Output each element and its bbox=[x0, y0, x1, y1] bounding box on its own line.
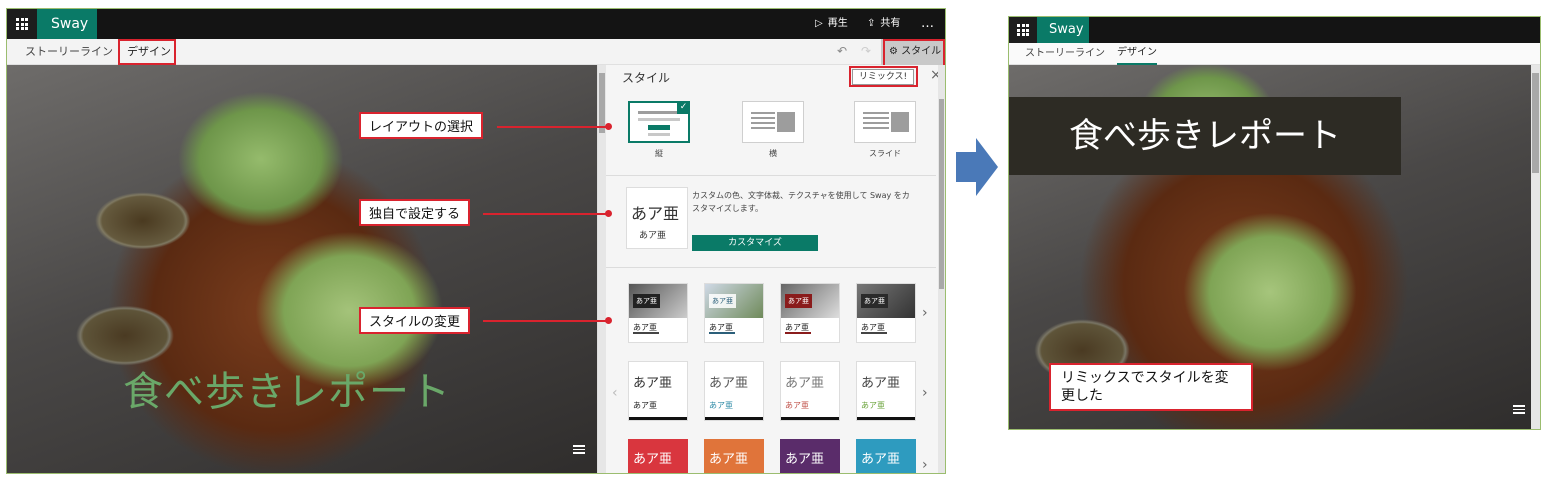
style-card-big: あア亜 bbox=[861, 452, 901, 467]
share-label: 共有 bbox=[880, 18, 901, 29]
style-card[interactable]: あア亜 bbox=[704, 439, 764, 473]
style-card[interactable]: あア亜 bbox=[780, 439, 840, 473]
share-button[interactable]: ⇪ 共有 bbox=[867, 9, 900, 39]
tab-design[interactable]: デザイン bbox=[1117, 43, 1157, 65]
custom-preview[interactable]: あア亜 あア亜 bbox=[626, 187, 688, 249]
play-label: 再生 bbox=[827, 18, 848, 29]
navigation-icon[interactable] bbox=[573, 445, 585, 455]
arrow-right-icon bbox=[956, 138, 998, 196]
app-launcher-icon[interactable] bbox=[1009, 17, 1037, 43]
canvas-scrollbar[interactable] bbox=[1531, 65, 1540, 429]
highlight-design-tab bbox=[118, 39, 176, 65]
style-card-big: あア亜 bbox=[861, 376, 901, 391]
chevron-right-icon[interactable]: › bbox=[922, 305, 928, 321]
style-card-tag: あア亜 bbox=[785, 294, 812, 308]
story-title[interactable]: 食べ歩きレポート bbox=[1009, 97, 1401, 175]
callout-layout: レイアウトの選択 bbox=[359, 112, 484, 139]
chevron-left-icon[interactable]: ‹ bbox=[612, 385, 618, 401]
share-icon: ⇪ bbox=[867, 18, 876, 29]
style-card-small: あア亜 bbox=[633, 401, 657, 410]
callout-line bbox=[497, 126, 609, 128]
custom-preview-big: あア亜 bbox=[631, 204, 680, 223]
chevron-right-icon[interactable]: › bbox=[922, 457, 928, 473]
navigation-icon[interactable] bbox=[1513, 405, 1525, 415]
app-name[interactable]: Sway bbox=[1037, 17, 1089, 43]
custom-preview-small: あア亜 bbox=[639, 231, 667, 241]
style-card-small: あア亜 bbox=[785, 401, 809, 410]
undo-icon[interactable]: ↶ bbox=[837, 44, 847, 58]
callout-style: スタイルの変更 bbox=[359, 307, 471, 334]
style-card-tag: あア亜 bbox=[861, 294, 888, 308]
layout-vertical[interactable]: ✓ bbox=[628, 101, 690, 143]
callout-dot bbox=[605, 210, 612, 217]
style-card-small: あア亜 bbox=[861, 401, 885, 410]
layout-horizontal[interactable] bbox=[742, 101, 804, 143]
layout-horizontal-label: 横 bbox=[769, 149, 777, 158]
more-button[interactable]: … bbox=[921, 9, 934, 39]
app-launcher-icon[interactable] bbox=[7, 9, 37, 39]
remix-note: リミックスでスタイルを変更した bbox=[1049, 363, 1253, 411]
style-card[interactable]: あア亜 あア亜 bbox=[780, 361, 840, 421]
callout-line bbox=[483, 320, 609, 322]
chevron-right-icon[interactable]: › bbox=[922, 385, 928, 401]
style-card[interactable]: あア亜 あア亜 bbox=[628, 283, 688, 343]
style-card[interactable]: あア亜 あア亜 bbox=[704, 283, 764, 343]
play-button[interactable]: ▷ 再生 bbox=[815, 9, 848, 39]
customize-button[interactable]: カスタマイズ bbox=[692, 235, 818, 251]
layout-slide[interactable] bbox=[854, 101, 916, 143]
tab-bar: ストーリーライン デザイン bbox=[1009, 43, 1540, 65]
top-bar: Sway ▷ 再生 ⇪ 共有 … bbox=[7, 9, 945, 39]
tab-storyline[interactable]: ストーリーライン bbox=[25, 39, 113, 65]
customize-description: カスタムの色、文字体裁、テクスチャを使用して Sway をカスタマイズします。 bbox=[692, 191, 910, 213]
story-canvas[interactable]: 食べ歩きレポート リミックスでスタイルを変更した bbox=[1009, 65, 1531, 429]
callout-line bbox=[483, 213, 609, 215]
divider bbox=[606, 175, 936, 176]
redo-icon[interactable]: ↷ bbox=[861, 44, 871, 58]
style-card-tag: あア亜 bbox=[633, 294, 660, 308]
divider bbox=[606, 267, 936, 268]
style-card[interactable]: あア亜 bbox=[628, 439, 688, 473]
style-card-big: あア亜 bbox=[785, 376, 825, 391]
editor-window: Sway ▷ 再生 ⇪ 共有 … ストーリーライン デザイン ↶ ↷ ⚙ スタイル … bbox=[6, 8, 946, 474]
style-card[interactable]: あア亜 あア亜 bbox=[704, 361, 764, 421]
layout-vertical-label: 縦 bbox=[655, 149, 663, 158]
style-card-big: あア亜 bbox=[785, 452, 825, 467]
app-name[interactable]: Sway bbox=[37, 9, 97, 39]
style-card-tag: あア亜 bbox=[709, 294, 736, 308]
check-icon: ✓ bbox=[677, 101, 690, 114]
result-window: Sway ストーリーライン デザイン 食べ歩きレポート リミックスでスタイルを変… bbox=[1008, 16, 1541, 430]
tab-storyline[interactable]: ストーリーライン bbox=[1025, 43, 1105, 65]
highlight-style-button bbox=[883, 39, 945, 67]
style-card-big: あア亜 bbox=[633, 452, 673, 467]
style-panel: スタイル リミックス! × ✓ 縦 横 スライド あア亜 あア亜 カスタムの色、… bbox=[597, 65, 945, 473]
style-card-big: あア亜 bbox=[709, 376, 749, 391]
style-card-small: あア亜 bbox=[709, 401, 733, 410]
style-card[interactable]: あア亜 あア亜 bbox=[780, 283, 840, 343]
style-card[interactable]: あア亜 あア亜 bbox=[856, 283, 916, 343]
layout-slide-label: スライド bbox=[869, 149, 901, 158]
style-card[interactable]: あア亜 あア亜 bbox=[856, 361, 916, 421]
play-icon: ▷ bbox=[815, 18, 823, 29]
highlight-remix-button bbox=[849, 66, 918, 87]
story-title[interactable]: 食べ歩きレポート bbox=[123, 359, 451, 417]
callout-dot bbox=[605, 123, 612, 130]
callout-dot bbox=[605, 317, 612, 324]
panel-title: スタイル bbox=[622, 71, 671, 85]
top-bar: Sway bbox=[1009, 17, 1540, 43]
callout-custom: 独自で設定する bbox=[359, 199, 471, 226]
style-card-big: あア亜 bbox=[709, 452, 749, 467]
style-card-big: あア亜 bbox=[633, 376, 673, 391]
panel-scrollbar[interactable] bbox=[938, 65, 945, 473]
style-card[interactable]: あア亜 bbox=[856, 439, 916, 473]
style-card[interactable]: あア亜 あア亜 bbox=[628, 361, 688, 421]
